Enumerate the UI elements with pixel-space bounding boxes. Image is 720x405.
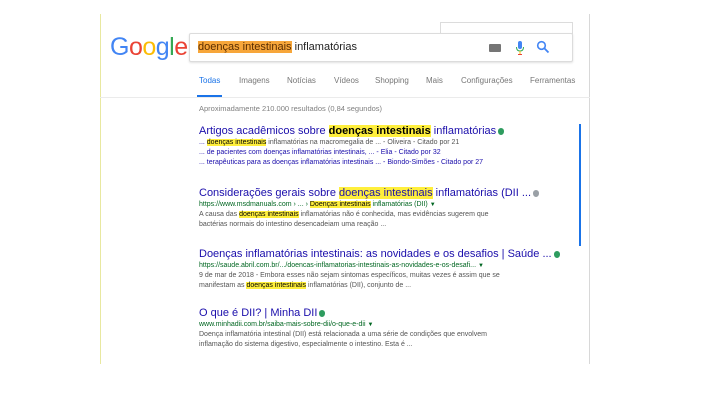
title-highlight: doenças intestinais xyxy=(328,125,431,137)
result-stats: Aproximadamente 210.000 resultados (0,84… xyxy=(199,104,383,113)
logo-letter: o xyxy=(142,33,156,61)
tab-todas[interactable]: Todas xyxy=(199,76,220,85)
search-icon[interactable] xyxy=(536,40,550,54)
dropdown-arrow-icon[interactable]: ▼ xyxy=(430,202,436,208)
search-input[interactable]: doenças intestinais inflamatórias xyxy=(189,33,573,62)
line-text: inflamatórias (DII), conjunto de ... xyxy=(306,282,412,289)
title-text: O que é DII? | Minha DII xyxy=(199,307,318,319)
search-result: O que é DII? | Minha DII www.minhadii.co… xyxy=(199,306,569,350)
result-snippet: 9 de mar de 2018 - Embora esses não seja… xyxy=(199,272,500,279)
microphone-icon[interactable] xyxy=(515,40,525,56)
line-text: ... xyxy=(199,139,207,146)
verified-badge-icon xyxy=(533,189,540,197)
verified-badge-icon xyxy=(553,250,560,258)
search-result: Considerações gerais sobre doenças intes… xyxy=(199,186,569,230)
result-url: https://saude.abril.com.br/.../doencas-i… xyxy=(199,261,569,271)
line-highlight: doenças intestinais xyxy=(239,211,299,218)
url-text: https://saude.abril.com.br/.../doencas-i… xyxy=(199,262,477,269)
tab-shopping[interactable]: Shopping xyxy=(375,76,409,85)
url-text: inflamatórias (DII) xyxy=(370,201,428,208)
url-text: https://www.msdmanuals.com › ... › xyxy=(199,201,310,208)
line-highlight: doenças intestinais xyxy=(206,139,267,146)
title-highlight: doenças intestinais xyxy=(339,187,433,199)
line-text: manifestam as xyxy=(199,282,247,289)
url-text: www.minhadii.com.br/saiba-mais-sobre-dii… xyxy=(199,321,366,328)
tab-mais[interactable]: Mais xyxy=(426,76,443,85)
search-result: Doenças inflamatórias intestinais: as no… xyxy=(199,247,569,291)
line-text: A causa das xyxy=(199,211,240,218)
title-text: Doenças inflamatórias intestinais: as no… xyxy=(199,248,552,260)
frame-border-left xyxy=(100,14,101,364)
logo-letter: e xyxy=(174,33,188,61)
dropdown-arrow-icon[interactable]: ▼ xyxy=(368,322,374,328)
tab-configuracoes[interactable]: Configurações xyxy=(461,76,513,85)
search-query-rest: inflamatórias xyxy=(291,41,357,53)
logo-letter: o xyxy=(128,33,143,61)
result-url: https://www.msdmanuals.com › ... › Doenç… xyxy=(199,200,569,210)
line-highlight: doenças intestinais xyxy=(246,282,307,289)
scholar-line[interactable]: ... doenças intestinais inflamatórias na… xyxy=(199,138,569,148)
tab-ferramentas[interactable]: Ferramentas xyxy=(530,76,575,85)
frame-border-right xyxy=(589,14,590,364)
result-title-link[interactable]: Doenças inflamatórias intestinais: as no… xyxy=(199,247,569,261)
tab-videos[interactable]: Vídeos xyxy=(334,76,359,85)
result-snippet: bactérias normais do intestino desencade… xyxy=(199,221,387,228)
search-query-highlight: doenças intestinais xyxy=(198,41,292,53)
tab-imagens[interactable]: Imagens xyxy=(239,76,270,85)
scroll-indicator[interactable] xyxy=(579,124,581,246)
verified-badge-icon xyxy=(319,309,326,317)
title-text: inflamatórias xyxy=(430,125,497,137)
url-highlight: Doenças intestinais xyxy=(309,201,371,208)
result-title-link[interactable]: Artigos acadêmicos sobre doenças intesti… xyxy=(199,124,569,138)
scholar-line[interactable]: ... de pacientes com doenças inflamatóri… xyxy=(199,148,569,158)
verified-badge-icon xyxy=(498,127,505,135)
result-snippet: Doença inflamatória intestinal (DII) est… xyxy=(199,331,487,338)
result-snippet: A causa das doenças intestinais inflamat… xyxy=(199,210,569,220)
logo-letter: g xyxy=(155,33,170,61)
dropdown-arrow-icon[interactable]: ▼ xyxy=(478,263,484,269)
title-text: inflamatórias (DII ... xyxy=(432,187,532,199)
result-snippet: inflamação do sistema digestivo, especia… xyxy=(199,341,413,348)
result-title-link[interactable]: O que é DII? | Minha DII xyxy=(199,306,569,320)
result-snippet: manifestam as doenças intestinais inflam… xyxy=(199,281,569,291)
tabs-divider xyxy=(100,97,590,98)
google-logo[interactable]: Google xyxy=(110,33,188,62)
search-result: Artigos acadêmicos sobre doenças intesti… xyxy=(199,124,569,168)
line-text: inflamatórias não é conhecida, mas evidê… xyxy=(298,211,489,218)
title-text: Artigos acadêmicos sobre xyxy=(199,125,329,137)
result-title-link[interactable]: Considerações gerais sobre doenças intes… xyxy=(199,186,569,200)
logo-letter: G xyxy=(110,33,129,61)
title-text: Considerações gerais sobre xyxy=(199,187,340,199)
keyboard-icon[interactable] xyxy=(489,44,501,52)
search-query[interactable]: doenças intestinais inflamatórias xyxy=(198,41,357,53)
result-url: www.minhadii.com.br/saiba-mais-sobre-dii… xyxy=(199,320,569,330)
scholar-line[interactable]: ... terapêuticas para as doenças inflama… xyxy=(199,158,569,168)
tab-noticias[interactable]: Notícias xyxy=(287,76,316,85)
line-text: inflamatórias na macromegalia de ... - O… xyxy=(266,139,460,146)
